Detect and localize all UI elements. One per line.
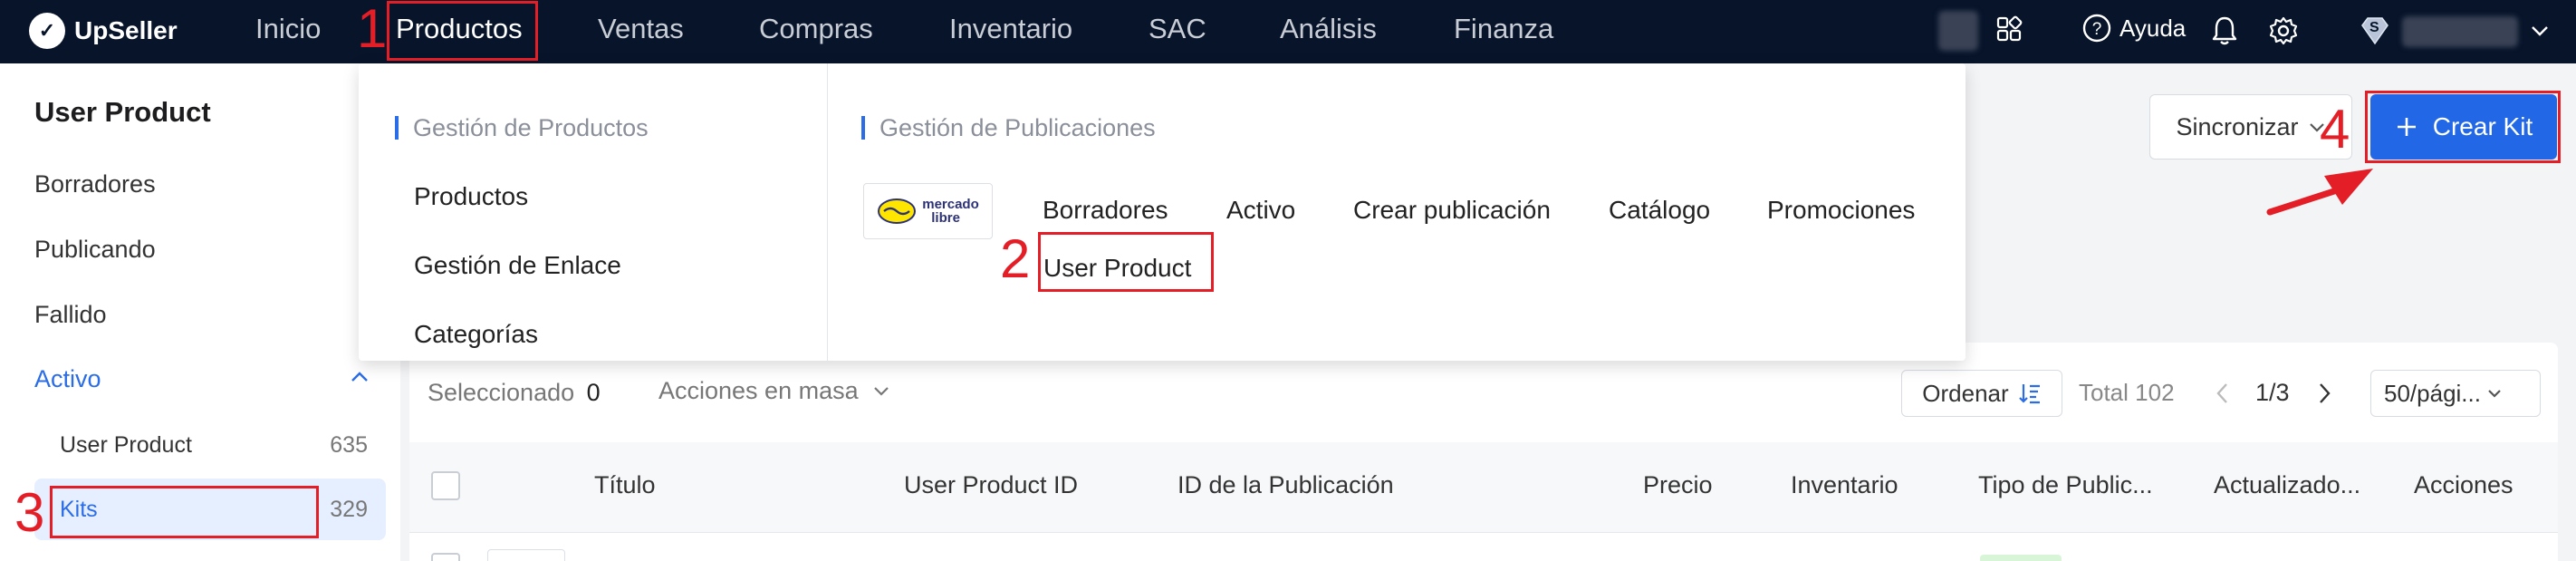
annotation-box-kits xyxy=(50,486,319,538)
product-thumbnail xyxy=(487,549,565,561)
page-indicator: 1/3 xyxy=(2255,379,2290,406)
row-checkbox[interactable] xyxy=(431,553,460,561)
help-icon: ? xyxy=(2081,13,2112,44)
column-header-precio[interactable]: Precio xyxy=(1643,471,1713,499)
column-header-user-product-id[interactable]: User Product ID xyxy=(904,471,1078,499)
annotation-step-1: 1 xyxy=(357,0,388,59)
sidebar-item-label: Fallido xyxy=(34,301,107,328)
next-page-icon[interactable] xyxy=(2314,381,2334,406)
page-size-select[interactable]: 50/pági... xyxy=(2370,370,2541,417)
column-header-actualizado[interactable]: Actualizado... xyxy=(2214,471,2360,499)
apps-grid-icon[interactable] xyxy=(1995,15,2023,43)
sidebar-item-label: User Product xyxy=(60,432,192,458)
dropdown-item-crear-publicacion[interactable]: Crear publicación xyxy=(1353,196,1551,225)
dropdown-section-gestion-productos: Gestión de Productos xyxy=(395,114,649,142)
dropdown-item-activo[interactable]: Activo xyxy=(1226,196,1295,225)
chevron-down-icon xyxy=(872,384,890,397)
sidebar-item-borradores[interactable]: Borradores 15 xyxy=(0,157,400,211)
sidebar-item-label: Borradores xyxy=(34,170,156,198)
dropdown-section-gestion-publicaciones: Gestión de Publicaciones xyxy=(861,114,1156,142)
handshake-icon xyxy=(878,198,917,224)
app-root: ✓ UpSeller Inicio Productos Ventas Compr… xyxy=(0,0,2576,561)
sidebar-item-fallido[interactable]: Fallido 20 xyxy=(0,287,400,342)
dropdown-item-catalogo[interactable]: Catálogo xyxy=(1609,196,1710,225)
dropdown-item-categorias[interactable]: Categorías xyxy=(414,320,538,349)
section-title: Gestión de Productos xyxy=(413,114,649,141)
sort-button-label: Ordenar xyxy=(1922,379,2009,407)
nav-item-analisis[interactable]: Análisis xyxy=(1280,13,1377,45)
mercado-libre-wordmark: mercado libre xyxy=(922,198,979,225)
dropdown-item-borradores[interactable]: Borradores xyxy=(1043,196,1168,225)
status-badge xyxy=(1980,555,2062,561)
annotation-box-create-kit xyxy=(2365,91,2561,163)
sort-button[interactable]: Ordenar xyxy=(1901,370,2062,417)
sidebar-item-user-product[interactable]: User Product 635 xyxy=(0,419,400,473)
blurred-account-name[interactable] xyxy=(2402,16,2518,47)
sidebar-item-count: 635 xyxy=(330,432,368,458)
nav-item-finanza[interactable]: Finanza xyxy=(1454,13,1553,45)
annotation-step-3: 3 xyxy=(14,482,45,543)
section-accent-bar xyxy=(861,116,865,140)
previous-page-icon[interactable] xyxy=(2213,381,2233,406)
section-accent-bar xyxy=(395,116,399,140)
annotation-box-user-product xyxy=(1038,232,1214,292)
logo-line-1: mercado xyxy=(922,197,979,212)
help-link[interactable]: ? Ayuda xyxy=(2081,13,2186,44)
account-chevron-down-icon[interactable] xyxy=(2529,22,2551,40)
selected-count: 0 xyxy=(586,379,601,406)
app-logo-text: UpSeller xyxy=(74,16,178,44)
select-all-checkbox[interactable] xyxy=(431,471,460,500)
column-header-id-publicacion[interactable]: ID de la Publicación xyxy=(1177,471,1394,499)
dropdown-item-productos[interactable]: Productos xyxy=(414,182,528,211)
account-avatar[interactable]: S xyxy=(2357,13,2393,49)
section-title: Gestión de Publicaciones xyxy=(879,114,1156,141)
column-header-inventario[interactable]: Inventario xyxy=(1791,471,1898,499)
notification-bell-icon[interactable] xyxy=(2210,15,2239,47)
column-header-titulo[interactable]: Título xyxy=(594,471,656,499)
sidebar-item-publicando[interactable]: Publicando 0 xyxy=(0,222,400,276)
mercado-libre-logo: mercado libre xyxy=(863,183,993,239)
annotation-step-2: 2 xyxy=(1000,228,1031,289)
svg-text:?: ? xyxy=(2092,20,2102,39)
dropdown-divider xyxy=(827,63,828,361)
page-size-value: 50/pági... xyxy=(2384,379,2481,407)
nav-item-compras[interactable]: Compras xyxy=(759,13,873,45)
chevron-down-icon xyxy=(2486,387,2503,400)
dropdown-item-gestion-enlace[interactable]: Gestión de Enlace xyxy=(414,251,621,280)
avatar-letter: S xyxy=(2369,20,2379,35)
sort-icon xyxy=(2018,382,2042,405)
sidebar-item-label: Publicando xyxy=(34,236,156,263)
sidebar-title: User Product xyxy=(34,96,211,128)
bulk-actions-dropdown[interactable]: Acciones en masa xyxy=(658,377,890,405)
logo-line-2: libre xyxy=(931,210,960,226)
nav-item-inicio[interactable]: Inicio xyxy=(255,13,321,45)
sync-button-label: Sincronizar xyxy=(2176,112,2299,140)
bulk-actions-label: Acciones en masa xyxy=(658,377,859,404)
settings-gear-icon[interactable] xyxy=(2267,15,2300,47)
sidebar-item-count: 329 xyxy=(330,497,368,522)
nav-item-sac[interactable]: SAC xyxy=(1149,13,1206,45)
blurred-store-icon[interactable] xyxy=(1938,11,1978,51)
annotation-arrow-icon xyxy=(2266,169,2373,216)
sidebar-item-label: Activo xyxy=(34,365,101,392)
table-row[interactable] xyxy=(409,535,2558,561)
column-header-tipo-publicacion[interactable]: Tipo de Public... xyxy=(1978,471,2153,499)
annotation-step-4: 4 xyxy=(2320,99,2350,160)
app-logo[interactable]: ✓ UpSeller xyxy=(29,13,178,49)
annotation-box-productos xyxy=(387,1,538,61)
nav-item-inventario[interactable]: Inventario xyxy=(949,13,1072,45)
help-label: Ayuda xyxy=(2119,14,2187,42)
chevron-up-icon xyxy=(350,370,370,384)
column-header-acciones: Acciones xyxy=(2414,471,2514,498)
selected-count-text: Seleccionado 0 xyxy=(428,379,601,407)
total-count: Total 102 xyxy=(2079,379,2175,406)
sidebar-item-activo[interactable]: Activo xyxy=(0,352,400,406)
upseller-logo-icon: ✓ xyxy=(29,13,65,49)
dropdown-item-promociones[interactable]: Promociones xyxy=(1767,196,1915,225)
selected-label: Seleccionado xyxy=(428,379,575,406)
nav-item-ventas[interactable]: Ventas xyxy=(598,13,684,45)
